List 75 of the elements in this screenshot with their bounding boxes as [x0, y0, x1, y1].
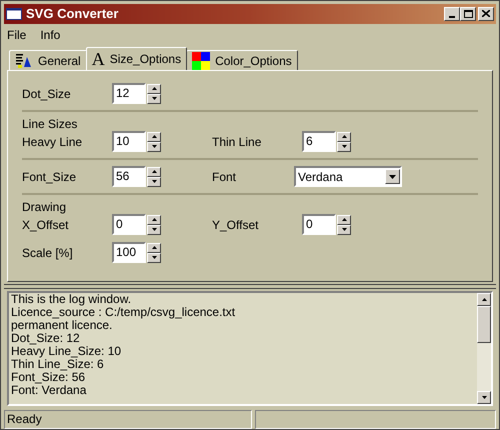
field-label: Y_Offset [212, 216, 260, 234]
down-arrow-icon [152, 97, 156, 100]
number-field[interactable]: 10 [112, 131, 146, 152]
spin-up-button[interactable] [337, 214, 351, 225]
spin-down-button[interactable] [337, 224, 351, 235]
number-field[interactable]: 6 [302, 131, 336, 152]
color-squares-icon [192, 52, 210, 70]
up-arrow-icon [152, 246, 156, 250]
dropdown-arrow-icon [389, 174, 396, 179]
down-arrow-icon [482, 396, 486, 399]
up-arrow-icon [152, 218, 156, 222]
window-title: SVG Converter [26, 5, 118, 24]
status-text: Ready [4, 410, 252, 429]
field-label: Font_Size [22, 168, 78, 186]
minimize-icon [449, 16, 455, 18]
spin-down-button[interactable] [337, 142, 351, 152]
up-arrow-icon [482, 298, 486, 301]
number-field[interactable]: 0 [112, 214, 146, 236]
menu-item[interactable]: Info [40, 26, 60, 44]
down-arrow-icon [152, 145, 156, 148]
maximize-icon [464, 10, 472, 18]
field-label: X_Offset [22, 216, 70, 234]
minimize-button[interactable] [444, 6, 460, 21]
field-label: Heavy Line [22, 134, 84, 151]
log-line: Font_Size: 56 [11, 370, 86, 384]
number-field[interactable]: 0 [302, 214, 336, 236]
up-arrow-icon [342, 135, 346, 138]
spin-down-button[interactable] [147, 224, 161, 235]
spin-up-button[interactable] [147, 132, 161, 142]
field-label: Font [212, 168, 238, 186]
up-arrow-icon [152, 135, 156, 138]
spin-up-button[interactable] [147, 242, 161, 253]
number-field[interactable]: 12 [112, 83, 146, 104]
font-dropdown[interactable]: Verdana [294, 166, 402, 188]
up-arrow-icon [342, 218, 346, 222]
number-field[interactable]: 100 [112, 242, 146, 264]
down-arrow-icon [152, 180, 156, 184]
field-label: Dot_Size [22, 86, 72, 103]
log-line: Thin Line_Size: 6 [11, 358, 105, 371]
down-arrow-icon [152, 256, 156, 260]
up-arrow-icon [152, 87, 156, 90]
spin-up-button[interactable] [147, 166, 161, 177]
log-line: Heavy Line_Size: 10 [11, 344, 122, 358]
spin-up-button[interactable] [337, 132, 351, 142]
down-arrow-icon [342, 145, 346, 148]
scrollbar[interactable] [477, 292, 491, 404]
log-line: permanent licence. [11, 318, 112, 332]
section-heading: Line Sizes [22, 118, 78, 132]
menu-item[interactable]: File [7, 26, 26, 44]
spin-down-button[interactable] [147, 94, 161, 104]
spin-up-button[interactable] [147, 214, 161, 225]
field-label: Scale [%] [22, 244, 74, 262]
tab[interactable]: Color_Options [186, 50, 298, 70]
log-line: Dot_Size: 12 [11, 332, 81, 345]
down-arrow-icon [342, 228, 346, 232]
up-arrow-icon [152, 170, 156, 174]
font-icon: A [92, 50, 105, 68]
spin-down-button[interactable] [147, 176, 161, 187]
log-line: This is the log window. [11, 292, 132, 306]
number-field[interactable]: 56 [112, 166, 146, 188]
spin-down-button[interactable] [147, 142, 161, 152]
tab[interactable]: A Size_Options [86, 47, 188, 70]
spin-up-button[interactable] [147, 84, 161, 94]
field-label: Thin Line [212, 134, 262, 151]
log-line: Font: Verdana [11, 384, 88, 397]
section-heading: Drawing [22, 201, 68, 214]
down-arrow-icon [152, 228, 156, 232]
tab[interactable]: General [9, 50, 87, 70]
log-line: Licence_source : C:/temp/csvg_licence.txt [11, 306, 236, 319]
window-icon [6, 8, 22, 20]
spin-down-button[interactable] [147, 252, 161, 263]
maximize-button[interactable] [460, 6, 476, 21]
close-button[interactable] [478, 6, 494, 21]
list-icon [15, 52, 33, 69]
close-icon [482, 10, 490, 18]
